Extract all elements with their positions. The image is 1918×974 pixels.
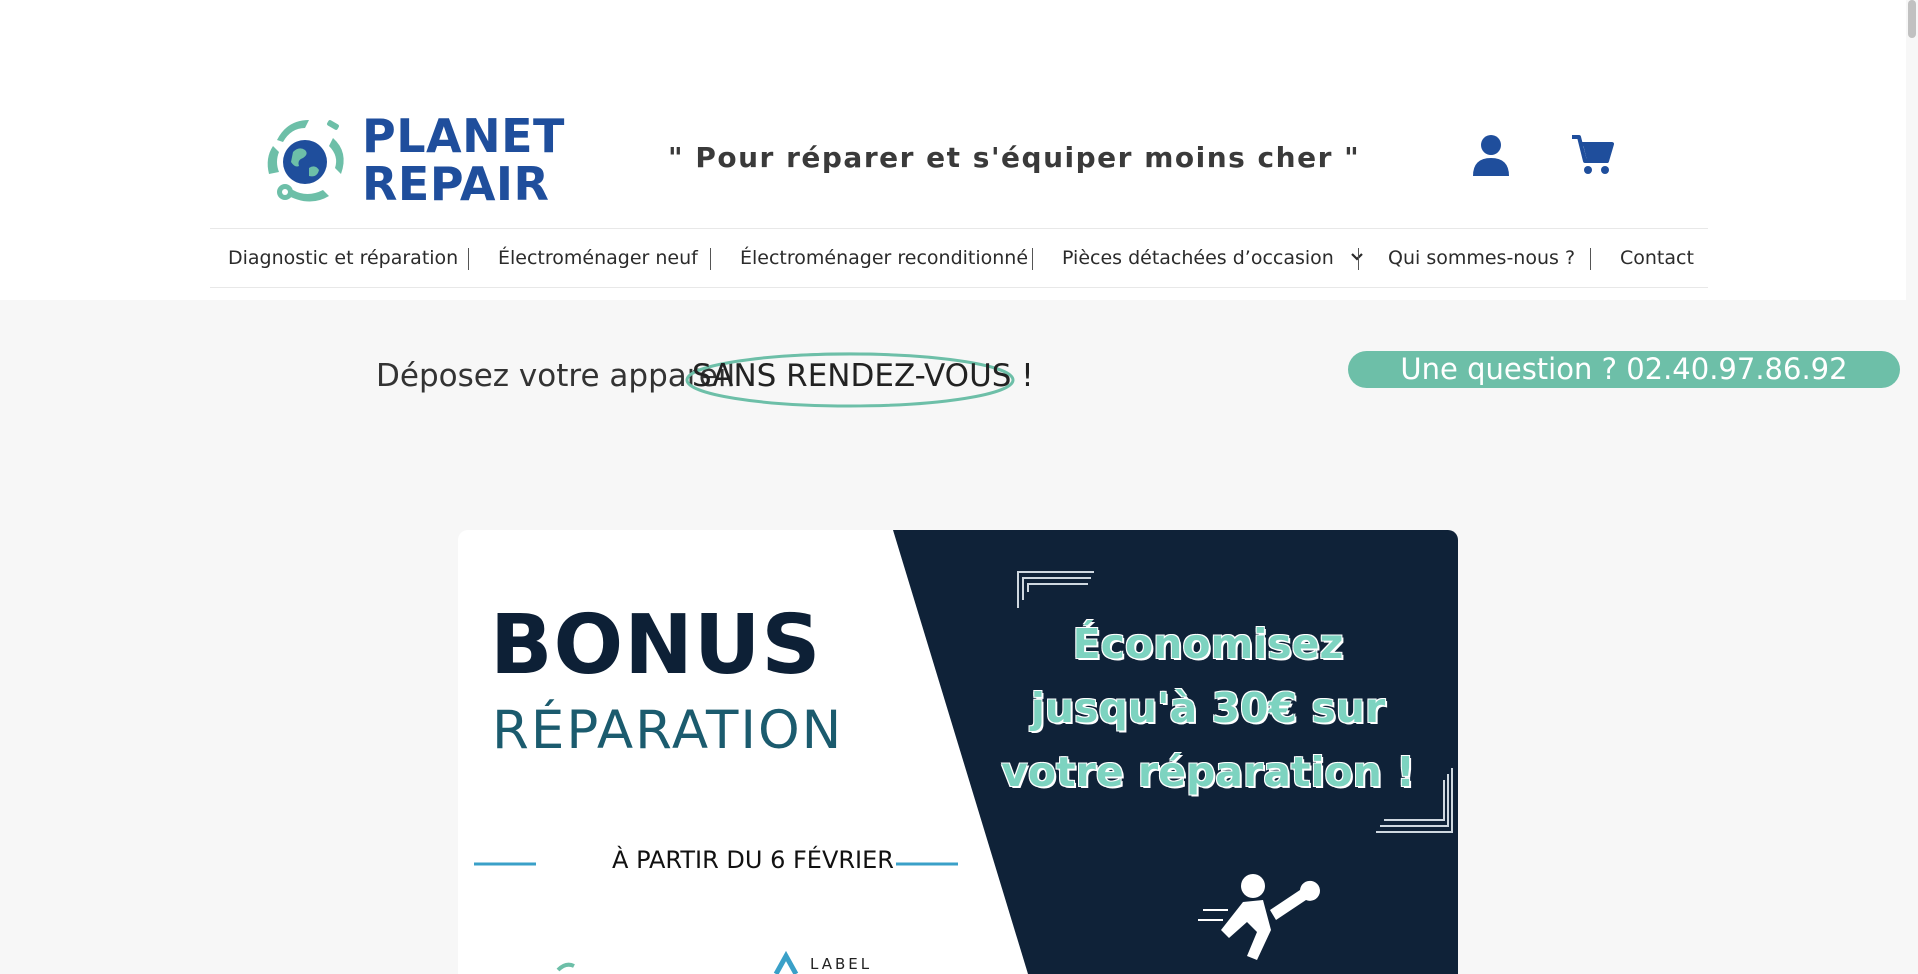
nav-separator xyxy=(468,248,469,270)
logo-line-1: PLANET xyxy=(362,109,565,163)
nav-item-electromenager-neuf[interactable]: Électroménager neuf xyxy=(498,229,698,287)
logo-line-2: REPAIR xyxy=(362,157,550,211)
nav-item-contact[interactable]: Contact xyxy=(1620,229,1694,287)
banner-date: À PARTIR DU 6 FÉVRIER xyxy=(612,846,894,874)
planet-repair-mini-logo xyxy=(556,962,575,972)
nav-item-diagnostic[interactable]: Diagnostic et réparation xyxy=(228,229,458,287)
nav-item-pieces-detachees[interactable]: Pièces détachées d’occasion xyxy=(1062,229,1364,287)
phone-contact-button[interactable]: Une question ? 02.40.97.86.92 xyxy=(1348,351,1900,388)
main-navigation: Diagnostic et réparation Électroménager … xyxy=(210,228,1708,288)
promo-highlight: SANS RENDEZ-VOUS ! xyxy=(692,358,1034,394)
cart-icon xyxy=(1572,135,1614,174)
recycle-globe-icon xyxy=(267,120,344,202)
nav-separator xyxy=(1358,248,1359,270)
user-icon xyxy=(1473,135,1509,176)
planet-repair-logo[interactable]: PLANET REPAIR xyxy=(255,110,565,210)
cart-button[interactable] xyxy=(1570,132,1616,178)
logo-wordmark: PLANET REPAIR xyxy=(362,112,565,208)
banner-title: BONUS xyxy=(490,598,822,693)
label-logo xyxy=(773,950,799,974)
nav-separator xyxy=(710,248,711,270)
chevron-down-icon xyxy=(1351,252,1363,261)
site-header: PLANET REPAIR " Pour réparer et s'équipe… xyxy=(0,0,1906,300)
account-button[interactable] xyxy=(1468,132,1514,178)
promo-text: Déposez votre appareil xyxy=(376,358,736,394)
nav-separator xyxy=(1590,248,1591,270)
nav-item-electromenager-reconditionne[interactable]: Électroménager reconditionné xyxy=(740,229,1028,287)
scrollbar-thumb[interactable] xyxy=(1908,0,1916,38)
savings-line-3: votre réparation ! xyxy=(1001,748,1415,796)
bonus-reparation-banner[interactable]: BONUS RÉPARATION À PARTIR DU 6 FÉVRIER É… xyxy=(458,530,1458,974)
nav-separator xyxy=(1032,248,1033,270)
nav-item-pieces-label: Pièces détachées d’occasion xyxy=(1062,247,1334,269)
nav-item-qui-sommes-nous[interactable]: Qui sommes-nous ? xyxy=(1388,229,1575,287)
banner-subtitle: RÉPARATION xyxy=(492,700,844,761)
label-text: LABEL xyxy=(810,955,873,973)
savings-line-1: Économisez xyxy=(1072,620,1344,668)
savings-line-2: jusqu'à 30€ sur xyxy=(1030,684,1386,732)
page-scrollbar[interactable] xyxy=(1906,0,1918,974)
site-tagline: " Pour réparer et s'équiper moins cher " xyxy=(668,141,1361,174)
banner-savings-text: Économisez jusqu'à 30€ sur votre réparat… xyxy=(958,612,1458,804)
